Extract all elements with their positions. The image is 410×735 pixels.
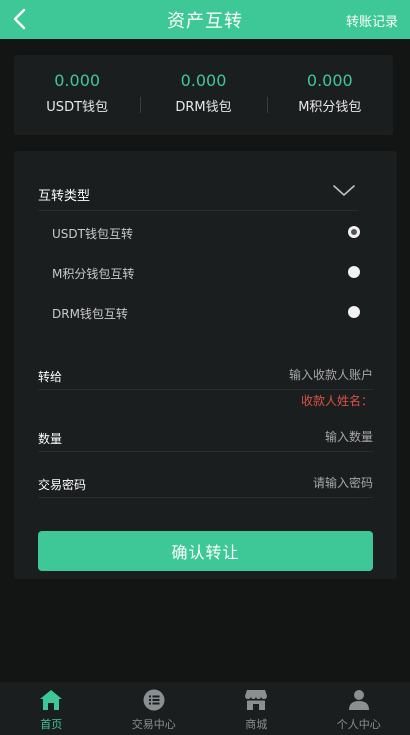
bottom-tabbar: 首页 交易中心 商城 个人中心 — [0, 682, 410, 735]
tab-profile[interactable]: 个人中心 — [308, 682, 410, 735]
option-label: DRM钱包互转 — [52, 306, 128, 321]
radio-checked[interactable] — [348, 226, 360, 238]
transfer-option-m-points[interactable]: M积分钱包互转 — [52, 261, 362, 285]
balance-drm: 0.000 DRM钱包 — [140, 55, 266, 135]
home-icon — [39, 688, 63, 712]
chevron-left-icon — [13, 8, 26, 30]
balance-value: 0.000 — [180, 71, 227, 90]
balance-value: 0.000 — [54, 71, 101, 90]
back-button[interactable] — [6, 5, 32, 33]
password-input[interactable] — [173, 470, 373, 496]
balance-value: 0.000 — [306, 71, 353, 90]
amount-input[interactable] — [173, 424, 373, 450]
recipient-input[interactable] — [173, 362, 373, 388]
transfer-type-header[interactable]: 互转类型 — [38, 183, 358, 211]
page-title: 资产互转 — [167, 10, 243, 32]
balance-label: USDT钱包 — [46, 100, 109, 115]
recipient-field: 转给 — [38, 362, 373, 390]
transfer-type-title: 互转类型 — [38, 189, 91, 204]
tab-home[interactable]: 首页 — [0, 682, 103, 735]
tab-trading-center[interactable]: 交易中心 — [103, 682, 206, 735]
app-header: 资产互转 转账记录 — [0, 0, 410, 39]
radio-unchecked[interactable] — [348, 306, 360, 318]
transfer-option-usdt[interactable]: USDT钱包互转 — [52, 221, 362, 245]
user-icon — [347, 688, 371, 712]
confirm-transfer-button[interactable]: 确认转让 — [38, 531, 373, 571]
password-label: 交易密码 — [38, 478, 87, 492]
tab-label: 首页 — [40, 718, 63, 731]
recipient-label: 转给 — [38, 370, 63, 384]
amount-field: 数量 — [38, 424, 373, 452]
payee-name-text: 收款人姓名： — [300, 394, 373, 408]
tab-label: 交易中心 — [131, 718, 176, 731]
transfer-records-link[interactable]: 转账记录 — [346, 11, 398, 30]
amount-label: 数量 — [38, 432, 63, 446]
balance-usdt: 0.000 USDT钱包 — [14, 55, 140, 135]
tab-shop[interactable]: 商城 — [205, 682, 308, 735]
password-field: 交易密码 — [38, 470, 373, 498]
option-label: USDT钱包互转 — [52, 226, 133, 241]
wallet-balances: 0.000 USDT钱包 0.000 DRM钱包 0.000 M积分钱包 — [14, 55, 393, 135]
tab-label: 商城 — [245, 718, 268, 731]
list-icon — [142, 688, 166, 712]
balance-label: M积分钱包 — [298, 100, 362, 115]
balance-label: DRM钱包 — [175, 100, 232, 115]
radio-unchecked[interactable] — [348, 266, 360, 278]
tab-label: 个人中心 — [336, 718, 381, 731]
transfer-option-drm[interactable]: DRM钱包互转 — [52, 301, 362, 325]
option-label: M积分钱包互转 — [52, 266, 135, 281]
shop-icon — [244, 688, 268, 712]
chevron-down-icon[interactable] — [332, 183, 356, 199]
balance-m-points: 0.000 M积分钱包 — [266, 55, 393, 135]
